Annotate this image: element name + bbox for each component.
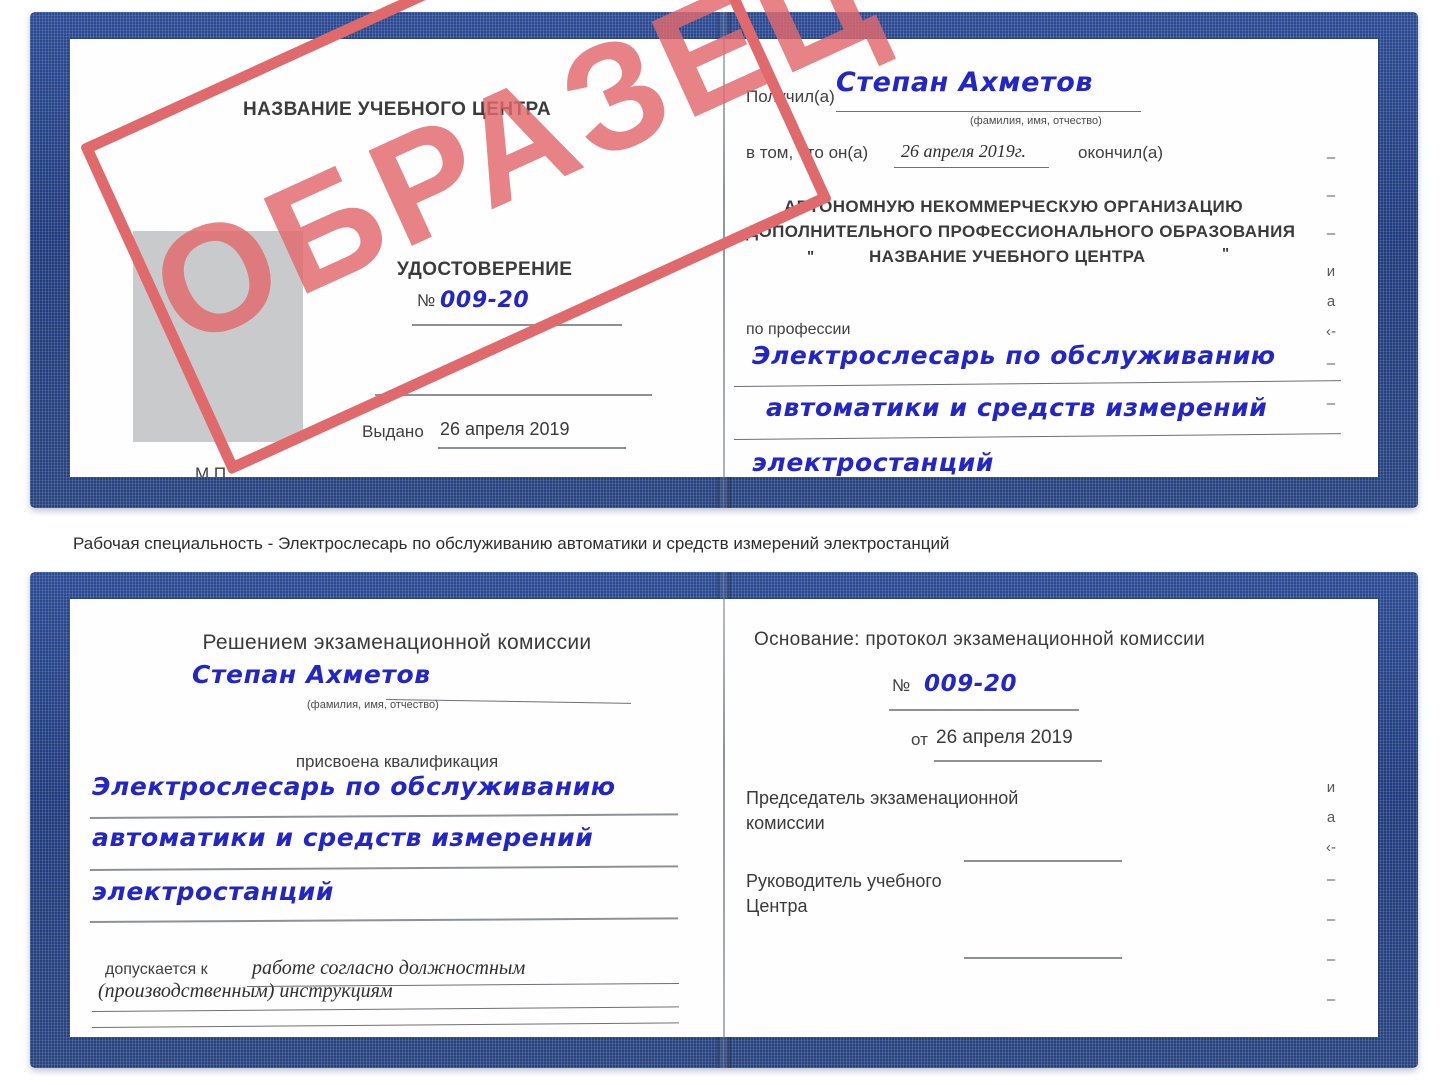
chairman-line-2: комиссии <box>746 813 825 833</box>
profession-line-1: Электрослесарь по обслуживанию <box>752 341 1276 370</box>
profession-line-3: электростанций <box>752 448 995 477</box>
qualification-rule-1 <box>89 813 678 819</box>
number-rule <box>412 324 622 326</box>
org-line-1: АВТОНОМНУЮ НЕКОММЕРЧЕСКУЮ ОРГАНИЗАЦИЮ <box>784 197 1244 216</box>
issued-value: 26 апреля 2019 <box>440 419 570 439</box>
margin-glyph: и <box>1326 263 1336 280</box>
org-title: НАЗВАНИЕ УЧЕБНОГО ЦЕНТРА <box>243 99 551 120</box>
margin-glyph-column: – – – и а ‹- – – <box>1320 149 1342 435</box>
decision-title: Решением экзаменационной комиссии <box>202 631 592 654</box>
seal-label: М.П. <box>195 464 231 477</box>
head-line-2: Центра <box>746 896 808 916</box>
qualification-line-2: автоматики и средств измерений <box>92 823 594 852</box>
number-value: 009-20 <box>440 288 530 313</box>
graduated-label: окончил(а) <box>1078 143 1163 162</box>
page-bottom-left: Решением экзаменационной комиссии Степан… <box>70 599 724 1037</box>
date-value: 26 апреля 2019г. <box>901 141 1027 161</box>
profession-label: по профессии <box>746 321 851 338</box>
protocol-number-rule <box>889 709 1079 711</box>
received-rule <box>836 111 1141 112</box>
org-line-2: ДОПОЛНИТЕЛЬНОГО ПРОФЕССИОНАЛЬНОГО ОБРАЗО… <box>746 222 1296 241</box>
margin-glyph: – <box>1326 911 1336 928</box>
doc-type: УДОСТОВЕРЕНИЕ <box>397 259 573 280</box>
admitted-label: допускается к <box>105 961 208 978</box>
certificate-pages: НАЗВАНИЕ УЧЕБНОГО ЦЕНТРА УДОСТОВЕРЕНИЕ №… <box>70 39 1378 477</box>
admitted-rule-2 <box>91 1006 679 1012</box>
decision-name: Степан Ахметов <box>192 660 431 689</box>
certificate-pages: Решением экзаменационной комиссии Степан… <box>70 599 1378 1037</box>
page-top-right: Получил(а) Степан Ахметов (фамилия, имя,… <box>724 39 1378 477</box>
fio-hint: (фамилия, имя, отчество) <box>970 115 1102 127</box>
qualification-rule-3 <box>89 917 678 923</box>
org-quote-close: " <box>1222 245 1230 262</box>
margin-glyph: – <box>1326 355 1336 372</box>
margin-glyph: а <box>1326 809 1336 826</box>
issued-rule <box>438 447 626 449</box>
margin-glyph: ‹- <box>1326 323 1336 340</box>
head-line-1: Руководитель учебного <box>746 871 942 891</box>
certificate-top: НАЗВАНИЕ УЧЕБНОГО ЦЕНТРА УДОСТОВЕРЕНИЕ №… <box>30 0 1418 508</box>
fio-hint: (фамилия, имя, отчество) <box>307 699 439 711</box>
margin-glyph: а <box>1326 293 1336 310</box>
received-value: Степан Ахметов <box>836 67 1094 98</box>
profession-rule-1 <box>733 380 1341 387</box>
margin-glyph: – <box>1320 1031 1342 1037</box>
org-quote-open: " <box>807 248 815 265</box>
margin-glyph: и <box>1326 779 1336 796</box>
protocol-date-label: от <box>911 730 928 749</box>
head-signature-rule <box>964 957 1122 959</box>
qualification-rule-2 <box>89 865 678 871</box>
screenshot-root: НАЗВАНИЕ УЧЕБНОГО ЦЕНТРА УДОСТОВЕРЕНИЕ №… <box>0 0 1448 1085</box>
admitted-line-1: работе согласно должностным <box>252 957 526 979</box>
qualification-line-1: Электрослесарь по обслуживанию <box>92 772 616 801</box>
margin-glyph: – <box>1326 225 1336 242</box>
chairman-signature-rule <box>964 860 1122 862</box>
date-rule <box>894 167 1049 168</box>
margin-glyph: – <box>1326 991 1336 1008</box>
org-line-3: НАЗВАНИЕ УЧЕБНОГО ЦЕНТРА <box>869 247 1146 266</box>
margin-glyph: – <box>1326 149 1336 166</box>
received-label: Получил(а) <box>746 87 835 106</box>
profession-rule-2 <box>733 433 1341 440</box>
protocol-number-label: № <box>892 676 911 695</box>
margin-glyph: – <box>1326 187 1336 204</box>
page-top-left: НАЗВАНИЕ УЧЕБНОГО ЦЕНТРА УДОСТОВЕРЕНИЕ №… <box>70 39 724 477</box>
basis-label: Основание: протокол экзаменационной коми… <box>754 629 1206 650</box>
caption-text: Рабочая специальность - Электрослесарь п… <box>73 534 950 553</box>
blank-rule-1 <box>375 394 652 396</box>
certificate-bottom: Решением экзаменационной комиссии Степан… <box>30 572 1418 1068</box>
margin-glyph-column: и а ‹- – – – – – <box>1320 779 1342 1037</box>
admitted-line-2: (производственным) инструкциям <box>98 980 393 1002</box>
protocol-date-rule <box>934 760 1102 762</box>
protocol-date-value: 26 апреля 2019 <box>936 727 1073 748</box>
that-he-label: в том, что он(а) <box>746 143 869 162</box>
margin-glyph: – <box>1326 871 1336 888</box>
admitted-rule-3 <box>91 1022 679 1028</box>
number-label: № <box>417 291 436 310</box>
issued-label: Выдано <box>362 422 424 441</box>
qualification-label: присвоена квалификация <box>295 752 499 771</box>
photo-placeholder <box>133 231 303 442</box>
margin-glyph: – <box>1326 395 1336 412</box>
qualification-line-3: электростанций <box>92 877 335 906</box>
profession-line-2: автоматики и средств измерений <box>766 393 1268 422</box>
margin-glyph: – <box>1326 951 1336 968</box>
margin-glyph: ‹- <box>1326 839 1336 856</box>
page-bottom-right: Основание: протокол экзаменационной коми… <box>724 599 1378 1037</box>
protocol-number-value: 009-20 <box>924 671 1018 697</box>
chairman-line-1: Председатель экзаменационной <box>746 788 1019 808</box>
